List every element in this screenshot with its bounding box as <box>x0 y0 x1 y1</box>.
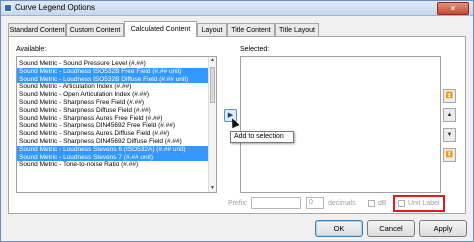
list-item[interactable]: Sound Metric - Loudness ISO532B Diffuse … <box>17 75 209 84</box>
tab-calculated-content[interactable]: Calculated Content <box>124 21 197 37</box>
selected-listbox[interactable] <box>240 56 441 193</box>
list-item[interactable]: Sound Metric - Sharpness Aures Diffuse F… <box>17 130 209 138</box>
scroll-thumb[interactable] <box>210 67 215 103</box>
cancel-button[interactable]: Cancel <box>367 220 415 237</box>
list-item[interactable]: Sound Metric - Sharpness Aures Free Fiel… <box>17 115 209 123</box>
move-to-bottom-button[interactable]: ⏬ <box>443 148 456 162</box>
window-title: Curve Legend Options <box>15 3 96 12</box>
move-down-button[interactable]: ▼ <box>443 128 456 142</box>
available-scrollbar[interactable]: ▲ ▼ <box>208 57 216 192</box>
decimals-label: decimals <box>328 200 356 207</box>
apply-button[interactable]: Apply <box>419 220 467 237</box>
list-item[interactable]: Sound Metric - Tone-to-noise Ratio (#.##… <box>17 161 209 169</box>
tooltip-add-to-selection: Add to selection <box>230 131 294 143</box>
tab-standard-content[interactable]: Standard Content <box>8 23 66 36</box>
move-to-top-button[interactable]: ⏫ <box>443 89 456 103</box>
red-highlight-box <box>393 195 445 212</box>
db-label: dB <box>378 200 387 207</box>
list-item[interactable]: Sound Metric - Loudness Stevens 6 (ISO53… <box>17 145 209 154</box>
available-label: Available: <box>16 46 47 53</box>
tab-custom-content[interactable]: Custom Content <box>66 23 124 36</box>
move-up-button[interactable]: ▲ <box>443 108 456 122</box>
decimals-input[interactable]: 0 <box>306 197 324 209</box>
ok-button[interactable]: OK <box>315 220 363 237</box>
tab-title-layout[interactable]: Title Layout <box>275 23 319 36</box>
title-bar: Curve Legend Options × <box>1 1 473 16</box>
available-listbox[interactable]: Sound Metric - Sound Pressure Level (#.#… <box>16 56 217 193</box>
prefix-label: Prefix: <box>228 200 248 207</box>
list-item[interactable]: Sound Metric - Sound Pressure Level (#.#… <box>17 60 209 68</box>
scroll-down-icon[interactable]: ▼ <box>209 185 216 192</box>
close-button[interactable]: × <box>437 2 469 15</box>
list-item[interactable]: Sound Metric - Open Articulation Index (… <box>17 91 209 99</box>
app-icon <box>4 4 12 12</box>
tab-layout[interactable]: Layout <box>197 23 227 36</box>
list-item[interactable]: Sound Metric - Sharpness DIN45692 Free F… <box>17 122 209 130</box>
db-checkbox[interactable] <box>368 200 375 207</box>
list-item[interactable]: Sound Metric - Loudness ISO532B Free Fie… <box>17 67 209 76</box>
tab-title-content[interactable]: Title Content <box>227 23 275 36</box>
scroll-up-icon[interactable]: ▲ <box>209 57 216 64</box>
prefix-input[interactable] <box>251 197 301 209</box>
curve-legend-options-dialog: Curve Legend Options × Standard Content … <box>0 0 474 242</box>
list-item[interactable]: Sound Metric - Loudness Stevens 7 (#.## … <box>17 153 209 162</box>
selected-label: Selected: <box>240 46 270 53</box>
list-item[interactable]: Sound Metric - Articulation Index (#.##) <box>17 83 209 91</box>
list-item[interactable]: Sound Metric - Sharpness Free Field (#.#… <box>17 99 209 107</box>
list-item[interactable]: Sound Metric - Sharpness DIN45692 Diffus… <box>17 138 209 146</box>
list-item[interactable]: Sound Metric - Sharpness Diffuse Field (… <box>17 107 209 115</box>
